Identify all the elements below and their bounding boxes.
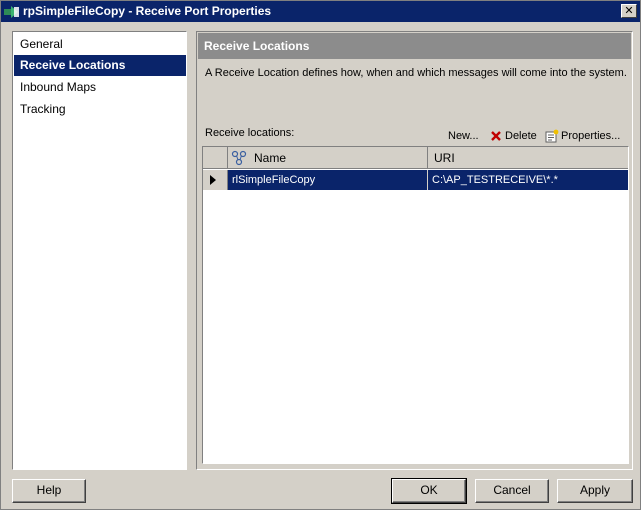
receive-port-properties-dialog: rpSimpleFileCopy - Receive Port Properti… (0, 0, 641, 510)
nav-item-inbound-maps[interactable]: Inbound Maps (14, 77, 186, 98)
properties-icon (545, 129, 559, 143)
cancel-button[interactable]: Cancel (475, 479, 549, 503)
receive-location-icon (231, 150, 247, 166)
window-title: rpSimpleFileCopy - Receive Port Properti… (23, 4, 272, 18)
receive-locations-grid[interactable]: Name URI rlSimpleFileCopy C:\AP_TESTRECE… (202, 146, 629, 464)
column-header-name[interactable]: Name (228, 147, 428, 169)
new-button-label: New... (448, 130, 479, 142)
close-button[interactable]: ✕ (621, 4, 637, 18)
cell-name[interactable]: rlSimpleFileCopy (228, 170, 428, 190)
nav-item-receive-locations[interactable]: Receive Locations (14, 55, 186, 76)
delete-button-label: Delete (505, 130, 537, 142)
row-selector[interactable] (203, 170, 228, 190)
column-header-name-label: Name (254, 151, 287, 165)
properties-button-label: Properties... (561, 130, 621, 142)
section-header: Receive Locations (198, 33, 631, 59)
receive-locations-panel: Receive Locations A Receive Location def… (196, 31, 633, 470)
nav-item-general[interactable]: General (14, 34, 186, 55)
grid-header: Name URI (203, 147, 628, 169)
title-bar[interactable]: rpSimpleFileCopy - Receive Port Properti… (1, 1, 640, 22)
receive-locations-label: Receive locations: (205, 127, 295, 139)
delete-button[interactable]: Delete (489, 128, 537, 144)
apply-button[interactable]: Apply (557, 479, 633, 503)
nav-item-tracking[interactable]: Tracking (14, 99, 186, 120)
section-description: A Receive Location defines how, when and… (205, 67, 627, 79)
new-button[interactable]: New... (448, 128, 479, 144)
column-header-uri-label: URI (434, 151, 455, 165)
cell-uri[interactable]: C:\AP_TESTRECEIVE\*.* (428, 170, 628, 190)
column-header-uri[interactable]: URI (428, 147, 628, 169)
red-x-icon (491, 131, 501, 141)
row-header-column (203, 147, 228, 169)
table-row[interactable]: rlSimpleFileCopy C:\AP_TESTRECEIVE\*.* (203, 170, 628, 190)
properties-button[interactable]: Properties... (545, 128, 620, 144)
nav-list: General Receive Locations Inbound Maps T… (12, 31, 187, 470)
port-arrow-icon (4, 6, 19, 18)
current-row-arrow-icon (210, 175, 216, 185)
help-button[interactable]: Help (12, 479, 86, 503)
ok-button[interactable]: OK (391, 478, 467, 504)
